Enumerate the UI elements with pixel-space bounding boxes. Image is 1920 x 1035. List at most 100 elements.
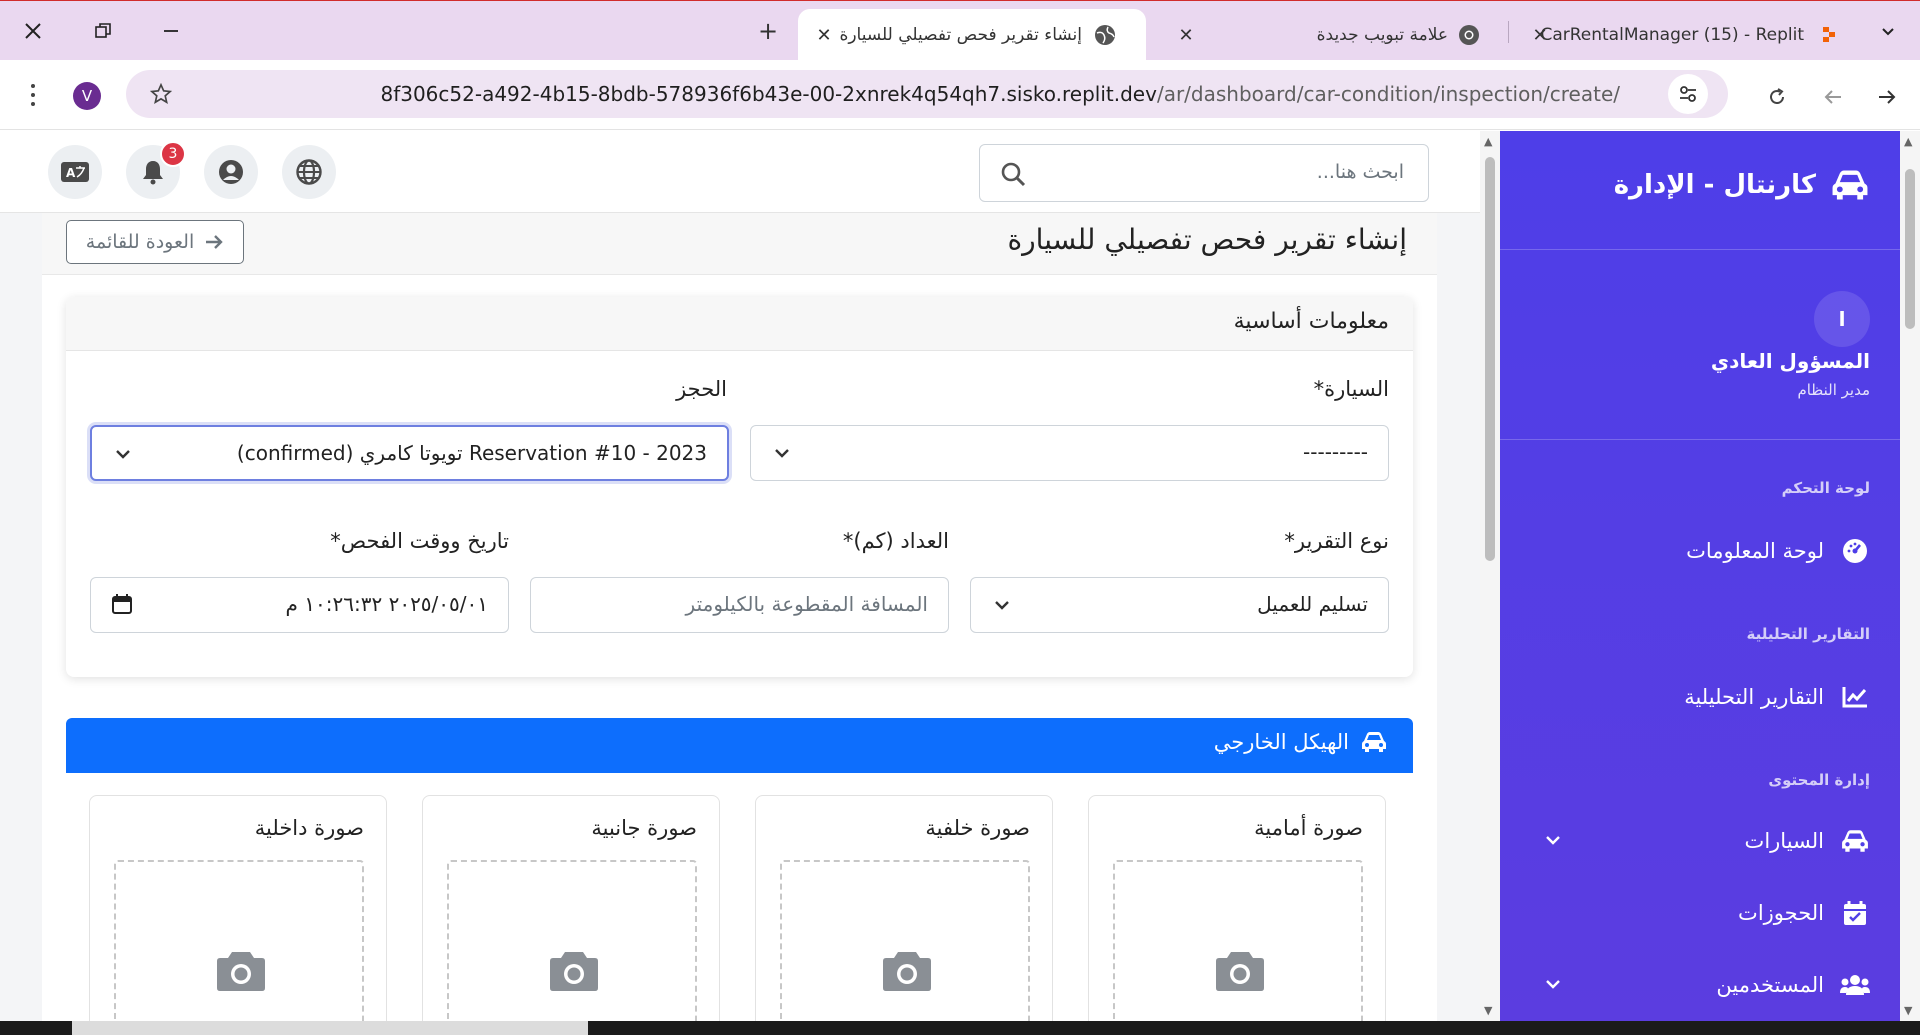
search-input[interactable]: ابحث هنا... bbox=[979, 144, 1429, 202]
calendar-icon[interactable] bbox=[111, 593, 133, 615]
bookmark-star-icon[interactable] bbox=[146, 79, 176, 109]
basic-info-title: معلومات أساسية bbox=[1233, 309, 1389, 334]
exterior-title: الهيكل الخارجي bbox=[1213, 730, 1349, 754]
users-icon bbox=[1840, 970, 1870, 1000]
booking-select[interactable]: Reservation #10 - 2023 تويوتا كامري (con… bbox=[90, 425, 729, 481]
notifications-bell-icon[interactable]: 3 bbox=[126, 141, 186, 199]
exterior-section-header: الهيكل الخارجي bbox=[66, 718, 1413, 773]
close-window-icon[interactable] bbox=[8, 11, 58, 51]
user-name: المسؤول العادي bbox=[1710, 349, 1870, 373]
booking-select-value: Reservation #10 - 2023 تويوتا كامري (con… bbox=[236, 441, 707, 465]
photo-label: صورة داخلية bbox=[254, 816, 364, 840]
datetime-label: تاريخ ووقت الفحص* bbox=[330, 529, 509, 553]
calendar-icon bbox=[1840, 898, 1870, 928]
photo-upload-area[interactable] bbox=[1113, 860, 1363, 1021]
top-navbar: A 3 ابحث هنا... bbox=[0, 131, 1480, 213]
back-arrow-icon[interactable] bbox=[1872, 82, 1902, 112]
site-settings-icon[interactable] bbox=[1668, 74, 1708, 114]
photo-label: صورة خلفية bbox=[925, 816, 1030, 840]
odometer-placeholder: المسافة المقطوعة بالكيلومتر bbox=[685, 592, 928, 616]
sidebar: كارنتال - الإدارة ا المسؤول العادي مدير … bbox=[1500, 131, 1900, 1021]
chevron-down-icon[interactable] bbox=[1542, 973, 1564, 995]
minimize-window-icon[interactable] bbox=[146, 11, 196, 51]
section-title-dashboard: لوحة التحكم bbox=[1781, 479, 1870, 497]
car-select[interactable]: --------- bbox=[750, 425, 1389, 481]
user-account-icon[interactable] bbox=[204, 145, 258, 199]
main-scrollbar-thumb[interactable] bbox=[1485, 157, 1495, 561]
photo-upload-area[interactable] bbox=[114, 860, 364, 1021]
report-type-label: نوع التقرير* bbox=[1284, 529, 1389, 553]
profile-avatar[interactable]: V bbox=[73, 82, 101, 110]
report-type-value: تسليم للعميل bbox=[1257, 592, 1368, 616]
page-header: إنشاء تقرير فحص تفصيلي للسيارة العودة لل… bbox=[42, 213, 1437, 275]
sidebar-item-bookings[interactable]: الحجوزات bbox=[1530, 893, 1870, 933]
chevron-down-icon bbox=[116, 450, 130, 459]
tab-close-icon[interactable]: ✕ bbox=[1174, 23, 1198, 47]
omnibox[interactable]: 8f306c52-a492-4b15-8bdb-578936f6b43e-00-… bbox=[126, 70, 1728, 118]
booking-label: الحجز bbox=[676, 377, 727, 401]
back-to-list-button[interactable]: العودة للقائمة bbox=[66, 220, 244, 264]
globe-icon bbox=[1094, 24, 1116, 46]
horizontal-scrollbar-thumb[interactable] bbox=[72, 1021, 588, 1035]
tab-new-tab[interactable]: ✕ علامة تبويب جديدة bbox=[1160, 9, 1504, 61]
tab-active[interactable]: ✕ إنشاء تقرير فحص تفصيلي للسيارة bbox=[798, 9, 1146, 61]
sidebar-item-dashboard[interactable]: لوحة المعلومات bbox=[1530, 531, 1870, 571]
sidebar-item-cars[interactable]: السيارات bbox=[1530, 821, 1870, 861]
horizontal-scrollbar[interactable] bbox=[0, 1021, 1920, 1035]
car-select-value: --------- bbox=[1303, 440, 1368, 464]
globe-icon[interactable] bbox=[282, 145, 336, 199]
photo-label: صورة جانبية bbox=[591, 816, 697, 840]
basic-info-card: معلومات أساسية السيارة* --------- الحجز … bbox=[66, 297, 1413, 677]
sidebar-scrollbar[interactable]: ▲ ▼ bbox=[1900, 131, 1920, 1021]
restore-window-icon[interactable] bbox=[78, 11, 128, 51]
line-chart-icon bbox=[1840, 682, 1870, 712]
back-button-label: العودة للقائمة bbox=[85, 231, 195, 253]
report-type-select[interactable]: تسليم للعميل bbox=[970, 577, 1389, 633]
search-icon[interactable] bbox=[1000, 161, 1026, 187]
sidebar-item-users[interactable]: المستخدمين bbox=[1530, 965, 1870, 1005]
main-content: إنشاء تقرير فحص تفصيلي للسيارة العودة لل… bbox=[0, 213, 1480, 1021]
datetime-input[interactable]: ٢٠٢٥/٠٥/٠١ ١٠:٢٦:٣٢ م bbox=[90, 577, 509, 633]
sidebar-scrollbar-thumb[interactable] bbox=[1905, 169, 1915, 329]
sidebar-item-label: السيارات bbox=[1744, 829, 1824, 853]
tab-search-chevron-icon[interactable] bbox=[1866, 11, 1910, 51]
datetime-value: ٢٠٢٥/٠٥/٠١ ١٠:٢٦:٣٢ م bbox=[285, 592, 488, 616]
reload-icon[interactable] bbox=[1762, 82, 1792, 112]
notifications-badge: 3 bbox=[160, 141, 186, 167]
camera-icon bbox=[550, 952, 598, 991]
url-text[interactable]: 8f306c52-a492-4b15-8bdb-578936f6b43e-00-… bbox=[380, 82, 1620, 106]
brand[interactable]: كارنتال - الإدارة bbox=[1614, 169, 1870, 201]
car-icon bbox=[1840, 826, 1870, 856]
photo-upload-area[interactable] bbox=[780, 860, 1030, 1021]
tab-close-icon[interactable]: ✕ bbox=[812, 23, 836, 47]
tab-title: CarRentalManager (15) - Replit bbox=[1540, 25, 1804, 45]
photo-card-interior: صورة داخلية bbox=[89, 795, 387, 1021]
odometer-label: العداد (كم)* bbox=[842, 529, 949, 553]
replit-icon bbox=[1818, 24, 1840, 46]
chevron-down-icon bbox=[775, 449, 789, 458]
photo-card-side: صورة جانبية bbox=[422, 795, 720, 1021]
browser-tab-bar: + ✕ إنشاء تقرير فحص تفصيلي للسيارة ✕ علا… bbox=[0, 0, 1920, 61]
odometer-input[interactable]: المسافة المقطوعة بالكيلومتر bbox=[530, 577, 949, 633]
sidebar-item-analytics[interactable]: التقارير التحليلية bbox=[1530, 677, 1870, 717]
tab-separator bbox=[1508, 21, 1509, 43]
sidebar-item-label: لوحة المعلومات bbox=[1686, 539, 1824, 563]
photo-upload-area[interactable] bbox=[447, 860, 697, 1021]
car-icon bbox=[1362, 732, 1386, 752]
language-icon[interactable]: A bbox=[48, 145, 102, 199]
camera-icon bbox=[883, 952, 931, 991]
section-title-content: إدارة المحتوى bbox=[1768, 771, 1870, 789]
tab-title: علامة تبويب جديدة bbox=[1316, 25, 1448, 45]
svg-text:A: A bbox=[66, 166, 76, 180]
car-label: السيارة* bbox=[1313, 377, 1389, 401]
tab-replit[interactable]: ✕ CarRentalManager (15) - Replit bbox=[1514, 9, 1844, 61]
photo-card-rear: صورة خلفية bbox=[755, 795, 1053, 1021]
forward-arrow-icon[interactable] bbox=[1818, 82, 1848, 112]
chrome-icon bbox=[1458, 24, 1480, 46]
camera-icon bbox=[217, 952, 265, 991]
sidebar-item-label: الحجوزات bbox=[1738, 901, 1824, 925]
new-tab-button[interactable]: + bbox=[752, 15, 784, 47]
browser-menu-icon[interactable] bbox=[28, 82, 38, 108]
main-scrollbar[interactable]: ▲ ▼ bbox=[1480, 131, 1500, 1021]
chevron-down-icon[interactable] bbox=[1542, 829, 1564, 851]
